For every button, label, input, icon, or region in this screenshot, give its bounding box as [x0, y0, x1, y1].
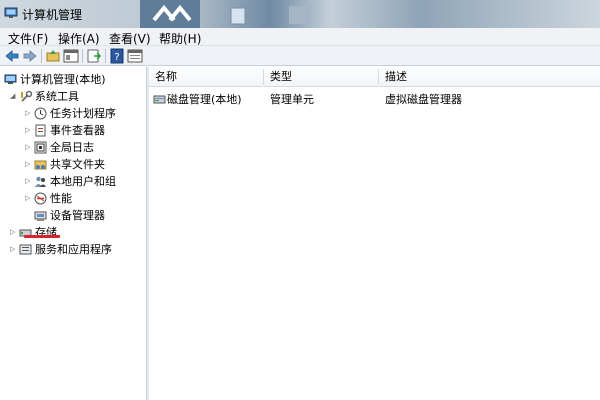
menu-file[interactable]: 文件(F) [8, 30, 48, 47]
list-cell-name: 磁盘管理(本地) [167, 93, 242, 106]
forward-arrow-icon[interactable] [22, 48, 38, 64]
tree-item-label: 全局日志 [50, 141, 94, 154]
tree-item-event-viewer[interactable]: ▷ 事件查看器 [0, 122, 145, 139]
menu-help[interactable]: 帮助(H) [159, 30, 201, 47]
tree-item-performance[interactable]: ▷ 性能 [0, 190, 145, 207]
title-background-graphic [230, 7, 246, 25]
users-icon [35, 176, 46, 187]
device-manager-icon [34, 211, 47, 221]
menu-view[interactable]: 查看(V) [109, 30, 151, 47]
menu-action[interactable]: 操作(A) [58, 30, 100, 47]
computer-management-icon [4, 7, 18, 18]
up-folder-icon[interactable] [45, 48, 61, 64]
shared-folder-icon [34, 160, 47, 170]
tree-item-task-scheduler[interactable]: ▷ 任务计划程序 [0, 105, 145, 122]
toolbar-separator [82, 49, 83, 63]
list-cell-description: 虚拟磁盘管理器 [385, 93, 462, 106]
highlight-underline [24, 235, 60, 238]
column-header-name[interactable]: 名称 [149, 67, 263, 87]
tree-item-computer-management[interactable]: 计算机管理(本地) [0, 71, 145, 88]
tree-item-label: 设备管理器 [50, 209, 105, 222]
navigation-tree: 计算机管理(本地) ◢ 系统工具 ▷ 任务计划程序 ▷ 事件查看器 ▷ 全局日志… [0, 67, 147, 400]
tree-item-label: 服务和应用程序 [35, 243, 112, 256]
details-list: 名称 类型 描述 磁盘管理(本地) 管理单元 虚拟磁盘管理器 [149, 67, 600, 400]
tree-item-label: 本地用户和组 [50, 175, 116, 188]
collapsed-arrow-icon[interactable]: ▷ [25, 190, 33, 207]
tree-item-label: 系统工具 [35, 90, 79, 103]
performance-icon [34, 192, 47, 205]
properties-icon[interactable] [127, 48, 143, 64]
tree-item-storage[interactable]: ▷ 存储 [0, 224, 145, 241]
tree-item-label: 共享文件夹 [50, 158, 105, 171]
collapsed-arrow-icon[interactable]: ▷ [25, 122, 33, 139]
log-icon [34, 141, 47, 154]
services-icon [19, 244, 32, 255]
tree-item-global-logs[interactable]: ▷ 全局日志 [0, 139, 145, 156]
collapsed-arrow-icon[interactable]: ▷ [25, 173, 33, 190]
toolbar-separator [105, 49, 106, 63]
clock-icon [34, 107, 47, 120]
title-bar: 计算机管理 [0, 0, 600, 28]
collapsed-arrow-icon[interactable]: ▷ [25, 105, 33, 122]
back-arrow-icon[interactable] [4, 48, 20, 64]
tree-item-device-manager[interactable]: 设备管理器 [0, 207, 145, 224]
tree-item-label: 计算机管理(本地) [20, 73, 106, 86]
collapsed-arrow-icon[interactable]: ▷ [25, 139, 33, 156]
title-background-graphic [289, 6, 311, 24]
menu-bar: 文件(F) 操作(A) 查看(V) 帮助(H) [0, 28, 600, 46]
computer-management-icon [4, 74, 17, 84]
tree-item-label: 事件查看器 [50, 124, 105, 137]
toolbar: ? [0, 46, 600, 66]
column-header-description[interactable]: 描述 [379, 67, 600, 87]
tree-item-local-users-groups[interactable]: ▷ 本地用户和组 [0, 173, 145, 190]
expanded-arrow-icon[interactable]: ◢ [10, 88, 18, 105]
tree-item-system-tools[interactable]: ◢ 系统工具 [0, 88, 145, 105]
disk-management-icon [153, 95, 166, 104]
title-background-graphic [140, 0, 200, 28]
toolbar-separator [41, 49, 42, 63]
tree-item-label: 性能 [50, 192, 72, 205]
show-hide-tree-icon[interactable] [63, 48, 79, 64]
export-list-icon[interactable] [86, 48, 102, 64]
tree-item-shared-folders[interactable]: ▷ 共享文件夹 [0, 156, 145, 173]
collapsed-arrow-icon[interactable]: ▷ [10, 241, 18, 258]
help-icon[interactable]: ? [109, 48, 125, 64]
collapsed-arrow-icon[interactable]: ▷ [10, 224, 18, 241]
tree-item-label: 任务计划程序 [50, 107, 116, 120]
tools-icon [21, 90, 32, 102]
tree-item-services-applications[interactable]: ▷ 服务和应用程序 [0, 241, 145, 258]
column-header-type[interactable]: 类型 [264, 67, 378, 87]
list-cell-type: 管理单元 [270, 93, 314, 106]
svg-text:?: ? [114, 52, 119, 63]
event-viewer-icon [35, 124, 46, 137]
collapsed-arrow-icon[interactable]: ▷ [25, 156, 33, 173]
window-title: 计算机管理 [22, 8, 83, 22]
tree-item-label: 存储 [35, 226, 57, 239]
